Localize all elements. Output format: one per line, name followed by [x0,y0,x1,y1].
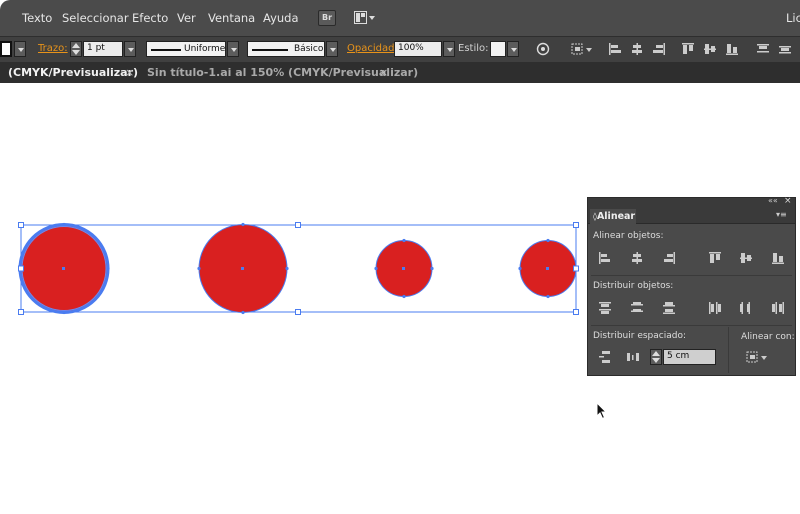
menu-texto[interactable]: Texto [22,11,52,25]
handle-bc [295,309,301,315]
arrange-documents-button[interactable] [354,11,376,25]
menu-efecto[interactable]: Efecto [132,11,168,25]
center-point-2 [241,267,244,270]
handle-bl [18,309,24,315]
panel-menu-icon[interactable]: ▾≡ [776,210,787,219]
distribute-objects-label: Distribuir objetos: [593,281,674,291]
tab-sin-titulo-1[interactable]: Sin título-1.ai al 150% (CMYK/Previsuali… [147,63,418,83]
vertical-distribute-top-icon[interactable] [598,301,612,315]
align-panel: «« × ◊Alinear ▾≡ Alinear objetos: Distri… [587,196,796,376]
align-to-selection-icon [746,351,767,363]
align-hcenter-icon[interactable] [630,42,644,56]
profile-value: Uniforme [184,44,226,54]
distribute-top-icon[interactable] [756,42,770,56]
vertical-align-bottom-icon[interactable] [771,251,785,265]
handle-br [573,309,579,315]
horizontal-align-center-icon[interactable] [630,251,644,265]
stroke-profile-dropdown[interactable] [227,41,239,57]
handle-tl [18,222,24,228]
menu-ventana[interactable]: Ventana [208,11,255,25]
stepper-arrows-icon [652,351,660,363]
spacing-input[interactable]: 5 cm [663,349,716,365]
brush-line-icon [252,49,288,51]
align-to-selection-icon[interactable] [571,42,593,56]
bridge-button[interactable]: Br [318,10,336,26]
align-left-icon[interactable] [608,42,622,56]
license-label: Lic [786,11,800,25]
bridge-label: Br [322,13,333,22]
close-tab-icon[interactable]: × [125,63,134,83]
vertical-distribute-center-icon[interactable] [630,301,644,315]
center-point-1 [62,267,65,270]
tab-alinear[interactable]: ◊Alinear [590,209,636,224]
align-top-icon[interactable] [681,42,695,56]
panel-header[interactable]: «« × [588,196,795,209]
recolor-artwork-icon[interactable] [536,42,550,56]
align-right-icon[interactable] [652,42,666,56]
vertical-distribute-bottom-icon[interactable] [662,301,676,315]
close-tab-icon[interactable]: × [379,63,388,83]
vertical-distribute-space-icon[interactable] [598,350,612,364]
stroke-weight-dropdown[interactable] [124,41,136,57]
stroke-stepper[interactable] [70,41,82,57]
tab-active-document[interactable]: (CMYK/Previsualizar) [8,63,138,83]
horizontal-align-left-icon[interactable] [598,251,612,265]
align-bottom-icon[interactable] [725,42,739,56]
brush-select[interactable]: Básico [247,41,325,57]
handle-tr [573,222,579,228]
brush-value: Básico [294,44,324,54]
horizontal-align-right-icon[interactable] [662,251,676,265]
collapse-panel-icon[interactable]: «« [768,196,778,205]
align-vcenter-icon[interactable] [703,42,717,56]
spacing-stepper[interactable] [650,349,662,365]
stepper-arrows-icon [72,43,80,55]
mouse-cursor-icon [596,402,608,420]
profile-line-icon [151,49,181,51]
menu-bar: Texto Seleccionar Efecto Ver Ventana Ayu… [0,0,800,36]
opacity-dropdown[interactable] [443,41,455,57]
opacity-label[interactable]: Opacidad: [347,43,398,54]
handle-ml [18,265,24,272]
control-bar: Trazo: 1 pt Uniforme Básico Opacidad: 10… [0,36,800,63]
opacity-input[interactable]: 100% [394,41,442,57]
illustrator-window: Texto Seleccionar Efecto Ver Ventana Ayu… [0,0,800,514]
menu-seleccionar[interactable]: Seleccionar [62,11,129,25]
menu-ver[interactable]: Ver [177,11,196,25]
align-to-label: Alinear con: [741,332,795,342]
vertical-divider [728,327,729,373]
stroke-label[interactable]: Trazo: [38,43,68,54]
align-to-selection-dropdown[interactable] [746,350,770,364]
tab-alinear-label: Alinear [596,211,636,222]
stroke-weight-input[interactable]: 1 pt [83,41,123,57]
horizontal-distribute-space-icon[interactable] [626,350,640,364]
horizontal-distribute-center-icon[interactable] [739,301,753,315]
stroke-swatch[interactable] [0,41,12,57]
divider [591,275,792,276]
panel-tab-row: ◊Alinear ▾≡ [588,209,795,224]
center-point-3 [402,267,405,270]
brush-dropdown[interactable] [326,41,338,57]
menu-ayuda[interactable]: Ayuda [263,11,299,25]
close-panel-icon[interactable]: × [784,196,792,206]
distribute-vcenter-icon[interactable] [778,42,792,56]
graphic-style-dropdown[interactable] [507,41,519,57]
graphic-style-swatch[interactable] [490,41,506,57]
vertical-align-center-icon[interactable] [739,251,753,265]
handle-mr [573,265,579,272]
horizontal-distribute-right-icon[interactable] [771,301,785,315]
horizontal-distribute-left-icon[interactable] [708,301,722,315]
distribute-spacing-label: Distribuir espaciado: [593,331,686,341]
handle-tc [295,222,301,228]
document-tab-bar: (CMYK/Previsualizar) × Sin título-1.ai a… [0,63,800,83]
vertical-align-top-icon[interactable] [708,251,722,265]
align-objects-label: Alinear objetos: [593,231,664,241]
arrange-documents-icon [354,11,375,24]
stroke-swatch-dropdown[interactable] [14,41,26,57]
divider [591,325,792,326]
style-label: Estilo: [458,43,489,54]
center-point-4 [546,267,549,270]
stroke-profile-select[interactable]: Uniforme [146,41,226,57]
